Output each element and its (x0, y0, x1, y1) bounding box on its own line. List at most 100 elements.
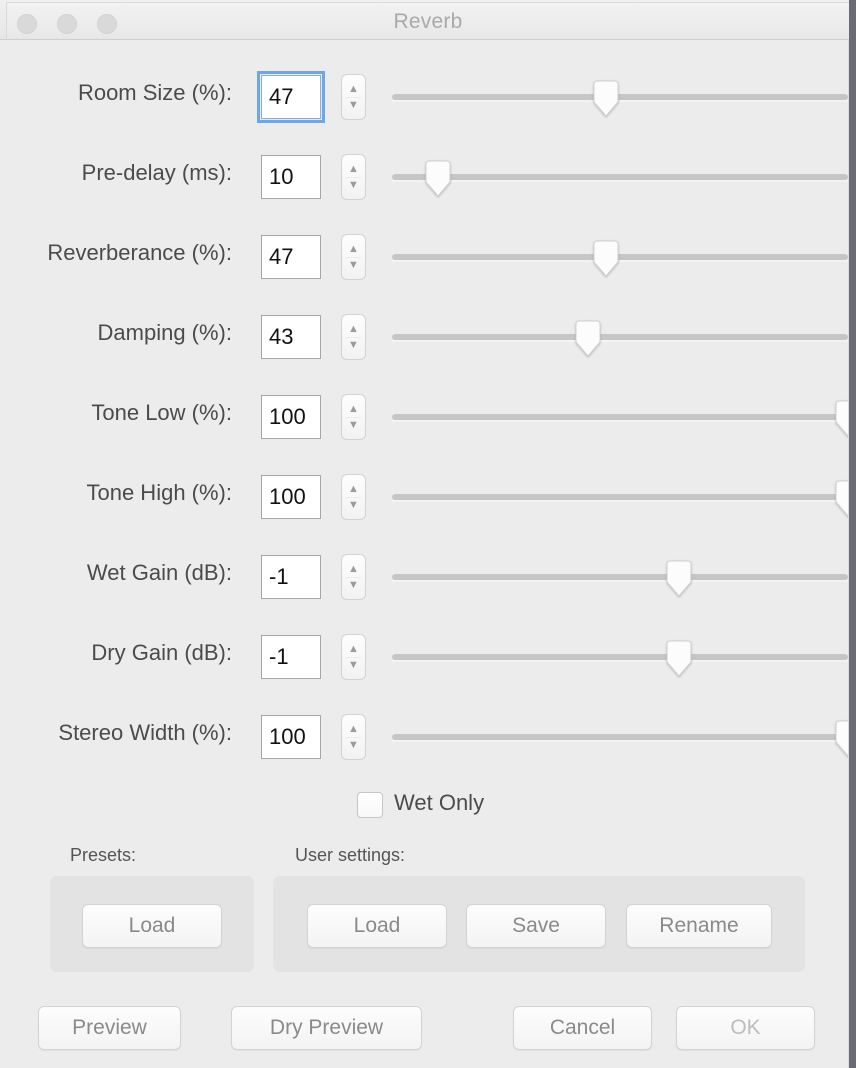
parameter-row: Reverberance (%): 47 ▲ ▼ (0, 222, 856, 302)
parameter-label: Dry Gain (dB): (91, 640, 232, 665)
preview-button[interactable]: Preview (38, 1006, 181, 1050)
stepper-divider (345, 177, 362, 178)
parameter-slider[interactable] (392, 62, 848, 142)
stepper-divider (345, 577, 362, 578)
parameter-value-input[interactable]: 47 (261, 235, 321, 279)
presets-load-button[interactable]: Load (82, 904, 222, 948)
parameter-value-input[interactable]: 100 (261, 395, 321, 439)
chevron-down-icon[interactable]: ▼ (342, 340, 365, 351)
user-settings-rename-button[interactable]: Rename (626, 904, 772, 948)
chevron-up-icon[interactable]: ▲ (342, 164, 365, 175)
parameter-value-input[interactable]: 43 (261, 315, 321, 359)
parameter-row: Stereo Width (%): 100 ▲ ▼ (0, 702, 856, 782)
slider-track-shadow (392, 340, 848, 342)
parameter-stepper[interactable]: ▲ ▼ (341, 314, 366, 360)
parameter-label: Wet Gain (dB): (86, 560, 232, 585)
slider-thumb[interactable] (664, 640, 694, 678)
parameter-stepper[interactable]: ▲ ▼ (341, 474, 366, 520)
parameter-row: Tone High (%): 100 ▲ ▼ (0, 462, 856, 542)
desktop-background-strip (849, 0, 856, 1068)
parameter-row: Damping (%): 43 ▲ ▼ (0, 302, 856, 382)
parameter-row: Tone Low (%): 100 ▲ ▼ (0, 382, 856, 462)
parameter-value-input[interactable]: -1 (261, 635, 321, 679)
parameter-label: Room Size (%): (77, 80, 232, 105)
cancel-button[interactable]: Cancel (513, 1006, 652, 1050)
parameter-stepper[interactable]: ▲ ▼ (341, 554, 366, 600)
chevron-down-icon[interactable]: ▼ (342, 180, 365, 191)
parameter-row: Wet Gain (dB): -1 ▲ ▼ (0, 542, 856, 622)
parameter-value-input[interactable]: 100 (261, 475, 321, 519)
wet-only-checkbox[interactable] (357, 792, 383, 818)
user-settings-caption: User settings: (295, 845, 406, 865)
chevron-down-icon[interactable]: ▼ (342, 100, 365, 111)
chevron-up-icon[interactable]: ▲ (342, 644, 365, 655)
chevron-up-icon[interactable]: ▲ (342, 724, 365, 735)
presets-caption: Presets: (70, 845, 137, 865)
slider-track-shadow (392, 660, 848, 662)
parameter-value-input[interactable]: -1 (261, 555, 321, 599)
parameter-slider[interactable] (392, 622, 848, 702)
stepper-divider (345, 257, 362, 258)
parameter-stepper[interactable]: ▲ ▼ (341, 74, 366, 120)
stepper-divider (345, 737, 362, 738)
parameter-slider[interactable] (392, 222, 848, 302)
page-title: Reverb (393, 10, 463, 33)
parameter-label: Reverberance (%): (47, 240, 232, 265)
chevron-down-icon[interactable]: ▼ (342, 260, 365, 271)
chevron-down-icon[interactable]: ▼ (342, 660, 365, 671)
chevron-up-icon[interactable]: ▲ (342, 404, 365, 415)
parameter-label: Tone Low (%): (91, 400, 232, 425)
user-settings-save-button[interactable]: Save (466, 904, 606, 948)
title-bar: Reverb (0, 0, 856, 40)
chevron-up-icon[interactable]: ▲ (342, 484, 365, 495)
slider-track-shadow (392, 180, 848, 182)
parameter-slider[interactable] (392, 702, 856, 782)
parameter-stepper[interactable]: ▲ ▼ (341, 234, 366, 280)
slider-thumb[interactable] (573, 320, 603, 358)
parameter-slider[interactable] (392, 462, 856, 542)
parameter-value-input[interactable]: 10 (261, 155, 321, 199)
chevron-up-icon[interactable]: ▲ (342, 84, 365, 95)
chevron-up-icon[interactable]: ▲ (342, 244, 365, 255)
parameter-row: Room Size (%): 47 ▲ ▼ (0, 62, 856, 142)
stepper-divider (345, 657, 362, 658)
parameter-slider[interactable] (392, 142, 848, 222)
parameter-label: Damping (%): (97, 320, 232, 345)
user-settings-load-button[interactable]: Load (307, 904, 447, 948)
parameter-label: Tone High (%): (86, 480, 232, 505)
slider-thumb[interactable] (591, 80, 621, 118)
parameter-stepper[interactable]: ▲ ▼ (341, 154, 366, 200)
slider-track-shadow (392, 500, 848, 502)
chevron-up-icon[interactable]: ▲ (342, 324, 365, 335)
parameter-stepper[interactable]: ▲ ▼ (341, 714, 366, 760)
ok-button[interactable]: OK (676, 1006, 815, 1050)
parameter-slider[interactable] (392, 542, 848, 622)
parameter-slider[interactable] (392, 382, 856, 462)
stepper-divider (345, 97, 362, 98)
stepper-divider (345, 497, 362, 498)
slider-thumb[interactable] (664, 560, 694, 598)
parameter-slider[interactable] (392, 302, 848, 382)
wet-only-row: Wet Only (0, 786, 856, 826)
stepper-divider (345, 337, 362, 338)
parameter-label: Stereo Width (%): (58, 720, 232, 745)
slider-track-shadow (392, 420, 848, 422)
chevron-down-icon[interactable]: ▼ (342, 500, 365, 511)
chevron-down-icon[interactable]: ▼ (342, 740, 365, 751)
slider-track-shadow (392, 740, 848, 742)
dry-preview-button[interactable]: Dry Preview (231, 1006, 422, 1050)
slider-thumb[interactable] (423, 160, 453, 198)
parameter-value-input[interactable]: 47 (257, 71, 325, 123)
parameter-value-input[interactable]: 100 (261, 715, 321, 759)
slider-thumb[interactable] (591, 240, 621, 278)
wet-only-label: Wet Only (394, 790, 485, 815)
parameter-row: Pre-delay (ms): 10 ▲ ▼ (0, 142, 856, 222)
parameter-stepper[interactable]: ▲ ▼ (341, 634, 366, 680)
parameter-stepper[interactable]: ▲ ▼ (341, 394, 366, 440)
chevron-up-icon[interactable]: ▲ (342, 564, 365, 575)
parameter-row: Dry Gain (dB): -1 ▲ ▼ (0, 622, 856, 702)
chevron-down-icon[interactable]: ▼ (342, 580, 365, 591)
reverb-dialog-window: Reverb Room Size (%): 47 ▲ ▼ Pre-delay (ms):… (0, 0, 856, 1068)
chevron-down-icon[interactable]: ▼ (342, 420, 365, 431)
parameter-label: Pre-delay (ms): (81, 160, 232, 185)
